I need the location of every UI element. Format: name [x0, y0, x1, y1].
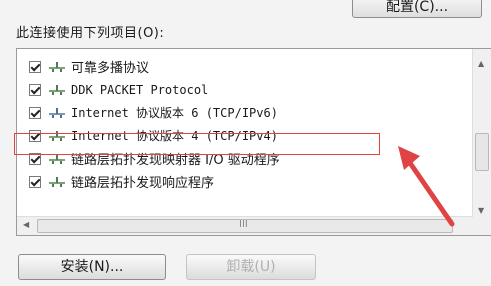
list-item-reliable-multicast[interactable]: 可靠多播协议	[17, 55, 457, 78]
scroll-grip: III	[239, 219, 248, 230]
vertical-scroll-thumb[interactable]	[475, 133, 489, 171]
network-protocol-icon	[49, 107, 65, 118]
scroll-left-arrow-icon[interactable]: ◀	[23, 220, 29, 229]
checkbox[interactable]	[29, 60, 41, 73]
checkbox[interactable]	[29, 106, 41, 119]
network-protocol-icon	[49, 176, 65, 187]
list-item-label: DDK PACKET Protocol	[71, 82, 209, 97]
scroll-down-arrow-icon[interactable]: ▼	[478, 206, 484, 215]
network-protocol-icon	[49, 84, 65, 95]
uninstall-button[interactable]: 卸载(U)	[186, 254, 316, 280]
highlight-box	[14, 133, 380, 155]
annotation-arrow-icon	[398, 146, 455, 227]
install-button[interactable]: 安装(N)...	[18, 254, 166, 280]
list-item-ipv6[interactable]: Internet 协议版本 6 (TCP/IPv6)	[17, 101, 457, 124]
list-item-label: 链路层拓扑发现响应程序	[71, 176, 215, 191]
list-item-ddk-packet[interactable]: DDK PACKET Protocol	[17, 78, 457, 101]
network-protocol-icon	[49, 61, 65, 72]
checkbox[interactable]	[29, 175, 41, 188]
section-label: 此连接使用下列项目(O):	[16, 26, 165, 41]
scroll-up-arrow-icon[interactable]: ▲	[478, 59, 484, 68]
checkbox[interactable]	[29, 83, 41, 96]
list-item-label: 可靠多播协议	[71, 61, 150, 76]
list-item-label: Internet 协议版本 6 (TCP/IPv6)	[71, 106, 278, 120]
configure-button[interactable]: 配置(C)...	[352, 0, 482, 18]
vertical-scrollbar[interactable]: ▲ ▼	[472, 49, 491, 235]
